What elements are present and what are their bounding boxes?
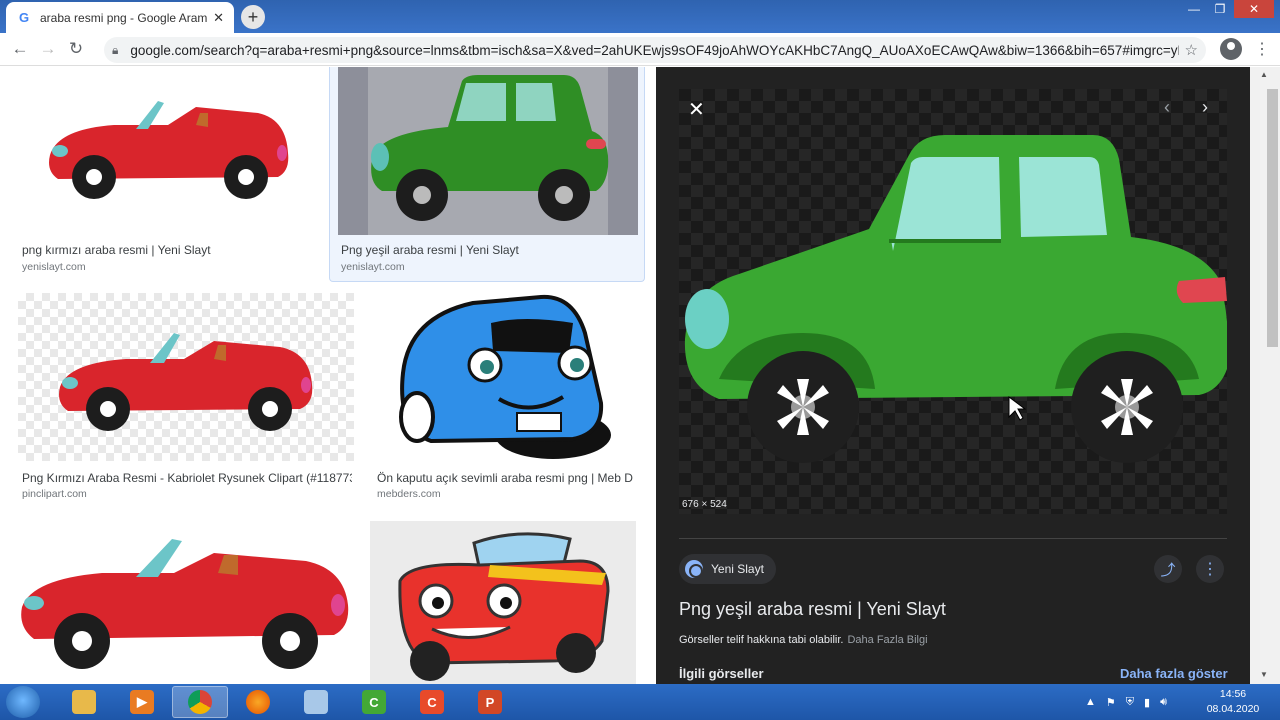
red-car-image [21, 539, 349, 669]
source-chip[interactable]: Yeni Slayt [679, 554, 776, 584]
action-center-icon[interactable]: ⚑ [1106, 696, 1116, 709]
media-player-icon: ▶ [130, 690, 154, 714]
forward-button[interactable]: → [34, 35, 62, 63]
browser-toolbar: ← → ↻ 🔒︎ google.com/search?q=araba+resmi… [0, 33, 1280, 66]
taskbar-firefox[interactable] [230, 686, 286, 718]
folder-icon [72, 690, 96, 714]
address-bar[interactable]: 🔒︎ google.com/search?q=araba+resmi+png&s… [104, 37, 1206, 63]
result-source[interactable]: mebders.com [377, 488, 441, 500]
url-text: google.com/search?q=araba+resmi+png&sour… [130, 42, 1179, 58]
camtasia-icon: C [420, 690, 444, 714]
red-car-image [49, 101, 289, 199]
preview-title[interactable]: Png yeşil araba resmi | Yeni Slayt [679, 599, 946, 620]
volume-icon[interactable]: 🔊︎ [1160, 696, 1167, 709]
back-button[interactable]: ← [6, 35, 34, 63]
app-icon [304, 690, 328, 714]
powerpoint-icon: P [478, 690, 502, 714]
preview-image[interactable] [679, 89, 1227, 514]
result-source[interactable]: pinclipart.com [22, 488, 87, 500]
scroll-down-icon[interactable]: ▼ [1260, 670, 1268, 679]
previous-image-icon[interactable]: ‹ [1164, 97, 1170, 118]
start-button[interactable] [6, 686, 40, 718]
account-icon[interactable] [1220, 38, 1242, 60]
scroll-up-icon[interactable]: ▲ [1260, 70, 1268, 79]
learn-more-link[interactable]: Daha Fazla Bilgi [847, 634, 927, 646]
chrome-icon [188, 690, 212, 714]
result-card[interactable]: png kırmızı araba resmi | Yeni Slayt yen… [18, 67, 318, 277]
image-preview-panel: ✕ ‹ › 676 × 524 Yeni Slayt ⤴ ⋮ Png yeşil… [656, 67, 1250, 684]
tab-title: araba resmi png - Google Arama [40, 10, 208, 25]
result-caption[interactable]: Png Kırmızı Araba Resmi - Kabriolet Rysu… [22, 471, 352, 485]
maximize-button[interactable]: ❐ [1208, 0, 1232, 18]
next-image-icon[interactable]: › [1202, 97, 1208, 118]
taskbar-camtasia[interactable]: C [404, 686, 460, 718]
result-thumbnail[interactable] [18, 521, 350, 684]
result-caption[interactable]: Ön kaputu açık sevimli araba resmi png |… [377, 471, 633, 485]
red-cartoon-car-image [398, 532, 610, 681]
result-thumbnail[interactable] [18, 67, 318, 235]
taskbar-powerpoint[interactable]: P [462, 686, 518, 718]
result-card[interactable]: Png Kırmızı Araba Resmi - Kabriolet Rysu… [18, 293, 354, 503]
taskbar-explorer[interactable] [56, 686, 112, 718]
result-thumbnail[interactable] [338, 67, 638, 235]
copyright-notice: Görseller telif hakkına tabi olabilir. Da… [679, 634, 928, 646]
clock[interactable]: 14:56 08.04.2020 [1198, 687, 1268, 717]
share-button[interactable]: ⤴ [1154, 555, 1182, 583]
related-images-heading: İlgili görseller [679, 666, 764, 681]
clock-time: 14:56 [1219, 688, 1247, 700]
security-icon[interactable]: ⛨ [1126, 696, 1134, 709]
system-tray: ▲ ⚑ ⛨ ▮ 🔊︎ [1085, 684, 1167, 720]
green-car-large-image [684, 135, 1227, 463]
page-scrollbar[interactable]: ▲ ▼ [1250, 67, 1280, 684]
bookmark-star-icon[interactable]: ☆ [1185, 41, 1198, 59]
result-card[interactable] [370, 521, 636, 684]
copyright-text: Görseller telif hakkına tabi olabilir. [679, 634, 844, 646]
browser-tab[interactable]: G araba resmi png - Google Arama ✕ [6, 2, 234, 33]
reload-button[interactable]: ↻ [62, 35, 90, 63]
red-car-image [59, 333, 313, 431]
tab-close-icon[interactable]: ✕ [213, 10, 224, 26]
result-caption[interactable]: Png yeşil araba resmi | Yeni Slayt [341, 243, 637, 257]
image-results-grid: png kırmızı araba resmi | Yeni Slayt yen… [0, 67, 656, 684]
google-favicon-icon: G [18, 10, 30, 25]
result-caption[interactable]: png kırmızı araba resmi | Yeni Slayt [22, 243, 314, 257]
show-more-link[interactable]: Daha fazla göster [1120, 666, 1228, 681]
taskbar-app[interactable] [288, 686, 344, 718]
divider [679, 538, 1227, 539]
lock-icon: 🔒︎ [112, 42, 119, 57]
blue-cartoon-car-image [399, 294, 611, 459]
result-thumbnail[interactable] [18, 293, 354, 461]
clock-date: 08.04.2020 [1206, 703, 1260, 715]
result-source[interactable]: yenislayt.com [22, 261, 86, 273]
browser-menu-icon[interactable]: ⋮ [1254, 39, 1270, 59]
result-card[interactable] [18, 521, 350, 684]
network-icon[interactable]: ▮ [1144, 696, 1150, 709]
result-card[interactable]: Ön kaputu açık sevimli araba resmi png |… [373, 293, 637, 503]
new-tab-button[interactable]: + [241, 5, 265, 29]
tray-expand-icon[interactable]: ▲ [1085, 696, 1096, 708]
window-close-button[interactable]: ✕ [1234, 0, 1274, 18]
result-source[interactable]: yenislayt.com [341, 261, 405, 273]
result-thumbnail[interactable] [373, 293, 637, 461]
taskbar-camtasia-recorder[interactable]: C [346, 686, 402, 718]
taskbar-media-player[interactable]: ▶ [114, 686, 170, 718]
close-preview-icon[interactable]: ✕ [688, 97, 705, 122]
minimize-button[interactable]: — [1182, 0, 1206, 18]
scrollbar-thumb[interactable] [1267, 89, 1278, 347]
firefox-icon [246, 690, 270, 714]
result-card-selected[interactable]: Png yeşil araba resmi | Yeni Slayt yenis… [329, 67, 645, 282]
window-controls: — ❐ ✕ [1182, 0, 1274, 18]
camtasia-recorder-icon: C [362, 690, 386, 714]
result-thumbnail[interactable] [370, 521, 636, 684]
taskbar-chrome[interactable] [172, 686, 228, 718]
source-name: Yeni Slayt [711, 562, 764, 576]
tab-bar: G araba resmi png - Google Arama ✕ + — ❐… [0, 0, 1280, 33]
green-car-image [368, 67, 609, 235]
image-dimensions: 676 × 524 [682, 499, 727, 510]
more-options-button[interactable]: ⋮ [1196, 555, 1224, 583]
windows-taskbar: ▶ C C P ▲ ⚑ ⛨ ▮ 🔊︎ 14:56 08.04.2020 [0, 684, 1280, 720]
globe-icon [685, 560, 703, 578]
